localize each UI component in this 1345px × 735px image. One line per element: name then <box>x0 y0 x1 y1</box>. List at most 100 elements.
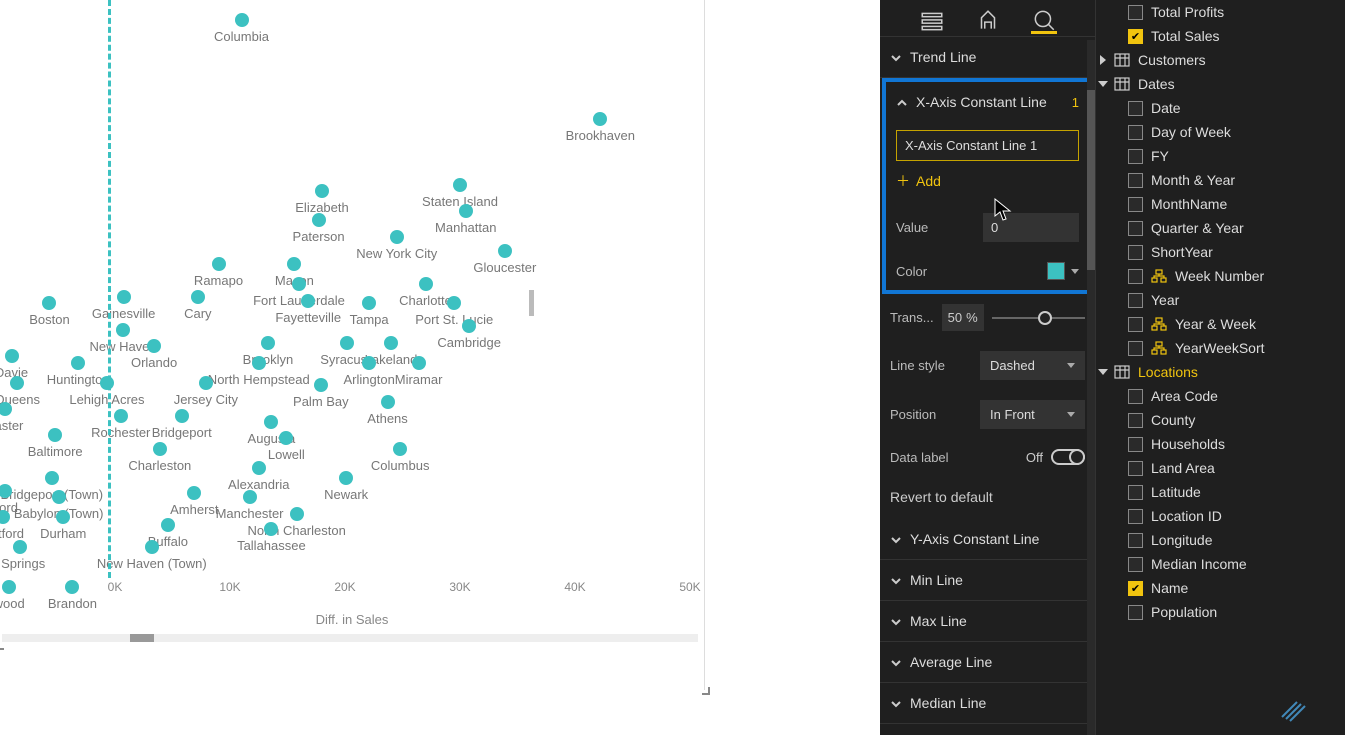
x-const-header[interactable]: X-Axis Constant Line 1 <box>886 82 1089 122</box>
field-week-number[interactable]: Week Number <box>1096 264 1345 288</box>
field-year[interactable]: Year <box>1096 288 1345 312</box>
data-point[interactable] <box>447 296 461 310</box>
data-point[interactable] <box>290 507 304 521</box>
data-point[interactable] <box>147 339 161 353</box>
data-point[interactable] <box>261 336 275 350</box>
checkbox[interactable] <box>1128 149 1143 164</box>
data-point[interactable] <box>279 431 293 445</box>
checkbox[interactable] <box>1128 509 1143 524</box>
scrollbar-thumb[interactable] <box>130 634 154 642</box>
data-point[interactable] <box>315 184 329 198</box>
analytics-tab-icon[interactable] <box>1031 8 1057 34</box>
table-dates[interactable]: Dates <box>1096 72 1345 96</box>
checkbox[interactable] <box>1128 101 1143 116</box>
data-point[interactable] <box>116 323 130 337</box>
checkbox[interactable] <box>1128 437 1143 452</box>
table-customers[interactable]: Customers <box>1096 48 1345 72</box>
field-land-area[interactable]: Land Area <box>1096 456 1345 480</box>
checkbox[interactable] <box>1128 413 1143 428</box>
checkbox[interactable] <box>1128 197 1143 212</box>
average-line-section[interactable]: Average Line <box>880 642 1095 683</box>
checkbox[interactable] <box>1128 533 1143 548</box>
data-point[interactable] <box>292 277 306 291</box>
add-constant-line-button[interactable]: ＋ Add <box>886 165 1089 203</box>
color-picker[interactable] <box>1047 262 1079 280</box>
data-point[interactable] <box>384 336 398 350</box>
data-point[interactable] <box>362 356 376 370</box>
transparency-slider[interactable] <box>992 309 1085 327</box>
data-point[interactable] <box>459 204 473 218</box>
checkbox[interactable] <box>1128 125 1143 140</box>
data-point[interactable] <box>71 356 85 370</box>
data-label-toggle[interactable] <box>1051 449 1085 465</box>
vertical-scroll-indicator[interactable] <box>529 290 534 316</box>
scatter-visual[interactable]: ColumbiaBrookhavenStaten IslandElizabeth… <box>0 0 705 690</box>
revert-to-default-button[interactable]: Revert to default <box>880 475 1095 519</box>
checkbox[interactable] <box>1128 557 1143 572</box>
max-line-section[interactable]: Max Line <box>880 601 1095 642</box>
line-style-select[interactable]: Dashed <box>980 351 1085 380</box>
data-point[interactable] <box>145 540 159 554</box>
field-latitude[interactable]: Latitude <box>1096 480 1345 504</box>
data-point[interactable] <box>0 402 12 416</box>
value-input[interactable] <box>983 213 1079 242</box>
data-point[interactable] <box>462 319 476 333</box>
field-yearweeksort[interactable]: YearWeekSort <box>1096 336 1345 360</box>
data-point[interactable] <box>114 409 128 423</box>
data-point[interactable] <box>498 244 512 258</box>
data-point[interactable] <box>5 349 19 363</box>
data-point[interactable] <box>340 336 354 350</box>
data-point[interactable] <box>314 378 328 392</box>
data-point[interactable] <box>312 213 326 227</box>
data-point[interactable] <box>264 415 278 429</box>
data-point[interactable] <box>175 409 189 423</box>
checkbox[interactable] <box>1128 269 1143 284</box>
data-point[interactable] <box>393 442 407 456</box>
field-county[interactable]: County <box>1096 408 1345 432</box>
checkbox[interactable] <box>1128 389 1143 404</box>
field-year-week[interactable]: Year & Week <box>1096 312 1345 336</box>
data-point[interactable] <box>10 376 24 390</box>
field-name[interactable]: ✔Name <box>1096 576 1345 600</box>
y-const-section[interactable]: Y-Axis Constant Line <box>880 519 1095 560</box>
data-point[interactable] <box>187 486 201 500</box>
trend-line-section[interactable]: Trend Line <box>880 37 1095 78</box>
data-point[interactable] <box>453 178 467 192</box>
field-population[interactable]: Population <box>1096 600 1345 624</box>
median-line-section[interactable]: Median Line <box>880 683 1095 724</box>
transparency-input[interactable]: 50 % <box>942 304 984 331</box>
data-point[interactable] <box>243 490 257 504</box>
data-point[interactable] <box>191 290 205 304</box>
data-point[interactable] <box>339 471 353 485</box>
field-location-id[interactable]: Location ID <box>1096 504 1345 528</box>
field-date[interactable]: Date <box>1096 96 1345 120</box>
data-point[interactable] <box>153 442 167 456</box>
data-point[interactable] <box>13 540 27 554</box>
data-point[interactable] <box>264 522 278 536</box>
checkbox[interactable] <box>1128 605 1143 620</box>
data-point[interactable] <box>381 395 395 409</box>
data-point[interactable] <box>100 376 114 390</box>
checkbox[interactable] <box>1128 221 1143 236</box>
data-point[interactable] <box>199 376 213 390</box>
data-point[interactable] <box>0 510 10 524</box>
field-quarter-year[interactable]: Quarter & Year <box>1096 216 1345 240</box>
horizontal-scrollbar[interactable] <box>2 634 698 642</box>
field-monthname[interactable]: MonthName <box>1096 192 1345 216</box>
checkbox-checked[interactable]: ✔ <box>1128 581 1143 596</box>
data-point[interactable] <box>52 490 66 504</box>
checkbox[interactable] <box>1128 293 1143 308</box>
checkbox[interactable] <box>1128 173 1143 188</box>
checkbox-checked[interactable]: ✔ <box>1128 29 1143 44</box>
resize-handle-br[interactable] <box>702 687 710 695</box>
data-point[interactable] <box>419 277 433 291</box>
checkbox[interactable] <box>1128 485 1143 500</box>
format-tab-icon[interactable] <box>975 8 1001 34</box>
field-longitude[interactable]: Longitude <box>1096 528 1345 552</box>
data-point[interactable] <box>362 296 376 310</box>
field-total-sales[interactable]: ✔Total Sales <box>1096 24 1345 48</box>
checkbox[interactable] <box>1128 5 1143 20</box>
data-point[interactable] <box>252 356 266 370</box>
field-households[interactable]: Households <box>1096 432 1345 456</box>
table-locations[interactable]: Locations <box>1096 360 1345 384</box>
